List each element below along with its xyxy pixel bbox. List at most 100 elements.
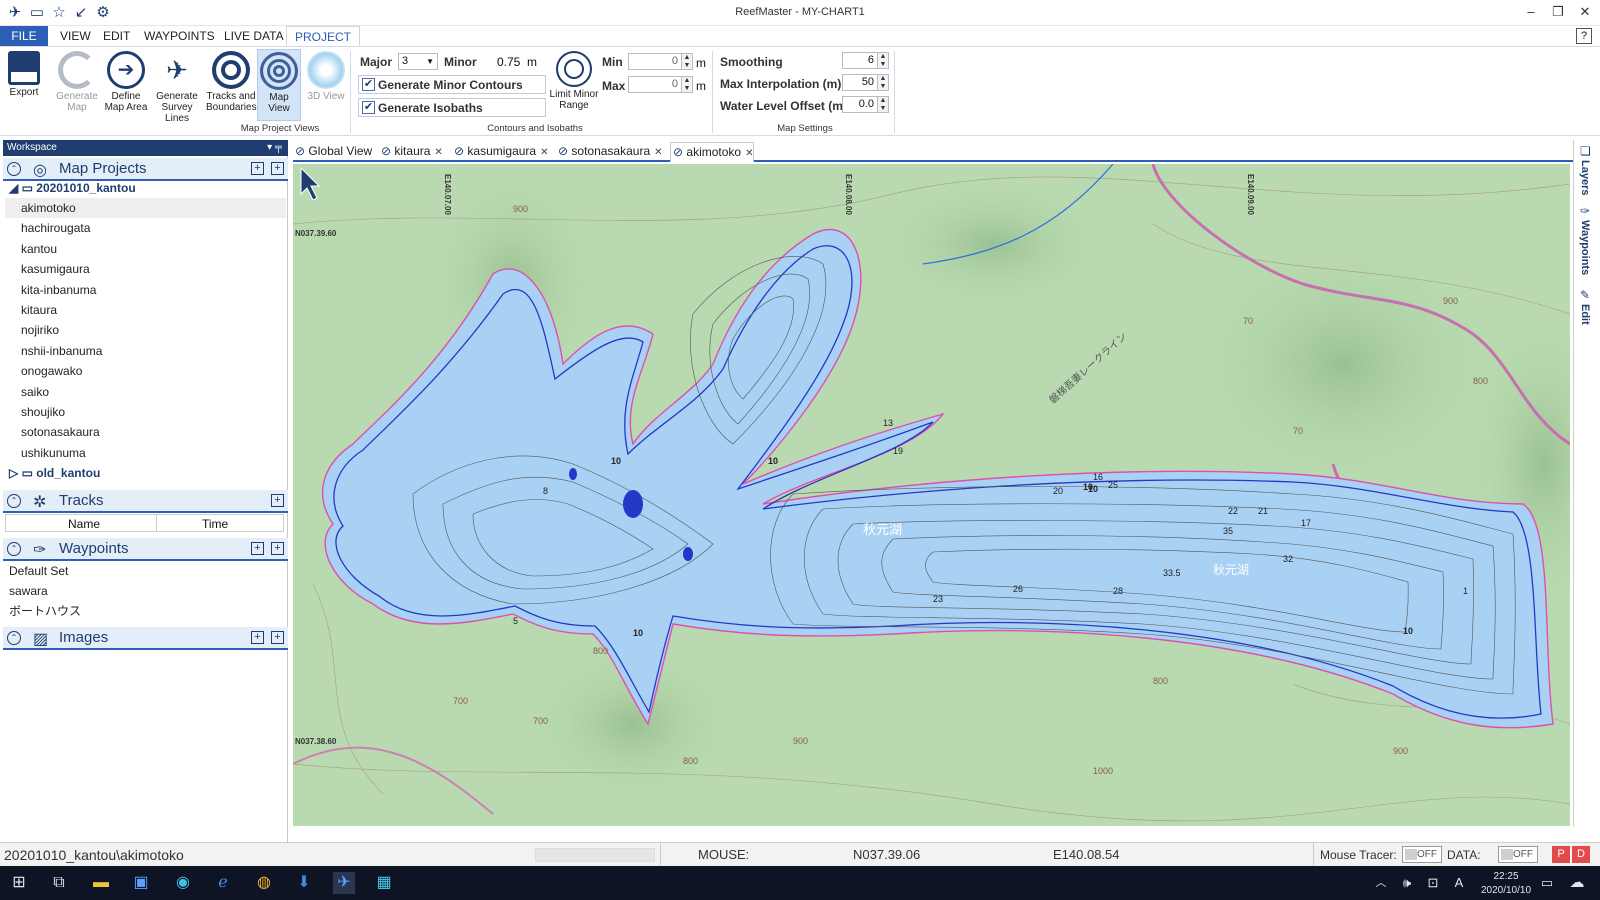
project-item-ushikunuma[interactable]: ushikunuma: [21, 443, 86, 463]
restore-button[interactable]: ❐: [1545, 2, 1571, 22]
windows-start-icon[interactable]: ⊞: [8, 872, 30, 894]
3d-view-button[interactable]: 3D View: [306, 49, 346, 121]
layers-tab[interactable]: Layers: [1579, 160, 1591, 195]
min-input[interactable]: 0: [628, 53, 682, 70]
generate-minor-contours-checkbox[interactable]: ✔: [362, 78, 375, 91]
task-view-icon[interactable]: ⧉: [48, 872, 70, 894]
collapse-icon[interactable]: ⌃: [7, 631, 21, 645]
generate-survey-lines-button[interactable]: ✈ Generate Survey Lines: [150, 49, 204, 124]
project-item-kantou[interactable]: kantou: [21, 239, 57, 259]
waypoint-set-item[interactable]: sawara: [9, 581, 48, 601]
close-tab-icon[interactable]: ✕: [434, 147, 442, 158]
chevron-up-icon[interactable]: ︿: [1370, 872, 1392, 894]
network-icon[interactable]: ⊡: [1422, 872, 1444, 894]
file-explorer-icon[interactable]: ▬: [90, 872, 112, 894]
tab-kitaura[interactable]: ⊘ kitaura ✕: [379, 142, 443, 162]
tab-akimotoko[interactable]: ⊘ akimotoko ✕: [670, 142, 755, 162]
speaker-icon[interactable]: 🕪: [1396, 872, 1418, 894]
column-header-time[interactable]: Time: [202, 517, 228, 531]
minimize-button[interactable]: –: [1518, 2, 1544, 22]
tab-global-view[interactable]: ⊘ Global View: [293, 142, 372, 162]
menu-waypoints[interactable]: WAYPOINTS: [136, 26, 223, 46]
project-item-nshii-inbanuma[interactable]: nshii-inbanuma: [21, 341, 102, 361]
smoothing-input[interactable]: 6: [842, 52, 878, 69]
project-item-kita-inbanuma[interactable]: kita-inbanuma: [21, 280, 96, 300]
smoothing-spinner[interactable]: ▲ ▼: [877, 52, 889, 69]
edge-icon[interactable]: ◉: [172, 872, 194, 894]
folder-item[interactable]: ▷ ▭ old_kantou: [9, 463, 100, 483]
add-image-icon[interactable]: +: [271, 631, 284, 644]
water-level-offset-input[interactable]: 0.0: [842, 96, 878, 113]
menu-project[interactable]: PROJECT: [286, 26, 361, 46]
mouse-tracer-toggle[interactable]: OFF: [1402, 846, 1442, 863]
pin-icon[interactable]: ▾ ╤: [267, 140, 282, 156]
folder-item[interactable]: ◢ ▭ 20201010_kantou: [9, 178, 136, 198]
generate-isobaths-checkbox[interactable]: ✔: [362, 101, 375, 114]
minor-value[interactable]: 0.75: [497, 55, 520, 69]
edit-tab[interactable]: Edit: [1579, 304, 1591, 325]
expand-all-icon[interactable]: +: [251, 631, 264, 644]
close-tab-icon[interactable]: ✕: [745, 148, 753, 159]
map-canvas[interactable]: E140.07.00 E140.08.00 E140.09.00 N037.39.60…: [293, 164, 1570, 826]
reefmaster-taskbar-icon[interactable]: ✈: [333, 872, 355, 894]
store-icon[interactable]: ▣: [130, 872, 152, 894]
collapse-icon[interactable]: ⌃: [7, 542, 21, 556]
expand-all-icon[interactable]: +: [251, 162, 264, 175]
menu-view[interactable]: VIEW: [52, 26, 99, 46]
export-button[interactable]: Export: [4, 49, 44, 121]
project-item-nojiriko[interactable]: nojiriko: [21, 320, 59, 340]
project-item-shoujiko[interactable]: shoujiko: [21, 402, 65, 422]
waypoint-set-item[interactable]: ボートハウス: [9, 601, 81, 621]
notification-icon[interactable]: ▭: [1536, 872, 1558, 894]
generate-map-button[interactable]: Generate Map: [52, 49, 102, 121]
section-waypoints[interactable]: ⌃ ✑ Waypoints + +: [3, 538, 288, 561]
tab-kasumigaura[interactable]: ⊘ kasumigaura ✕: [452, 142, 548, 162]
internet-explorer-icon[interactable]: ℯ: [212, 872, 234, 894]
help-button[interactable]: ?: [1576, 28, 1592, 44]
add-track-icon[interactable]: +: [271, 494, 284, 507]
bathymetry-map[interactable]: E140.07.00 E140.08.00 E140.09.00 N037.39.60…: [293, 164, 1570, 826]
ime-indicator[interactable]: A: [1448, 872, 1470, 894]
section-images[interactable]: ⌃ ▨ Images + +: [3, 627, 288, 650]
collapse-icon[interactable]: ⌃: [7, 494, 21, 508]
menu-live-data[interactable]: LIVE DATA: [216, 26, 292, 46]
p-indicator[interactable]: P: [1552, 846, 1570, 863]
column-header-name[interactable]: Name: [68, 517, 100, 531]
tab-sotonasakaura[interactable]: ⊘ sotonasakaura ✕: [556, 142, 663, 162]
download-icon[interactable]: ⬇: [293, 872, 315, 894]
map-view-button[interactable]: Map View: [257, 49, 301, 121]
menu-file[interactable]: FILE: [0, 26, 48, 46]
tracks-and-boundaries-button[interactable]: Tracks and Boundaries: [206, 49, 257, 121]
project-item-kitaura[interactable]: kitaura: [21, 300, 57, 320]
close-tab-icon[interactable]: ✕: [654, 147, 662, 158]
define-map-area-button[interactable]: ➔ Define Map Area: [102, 49, 150, 121]
d-indicator[interactable]: D: [1572, 846, 1590, 863]
min-spinner[interactable]: ▲ ▼: [681, 53, 693, 70]
clock-time[interactable]: 22:25: [1476, 871, 1536, 882]
project-item-onogawako[interactable]: onogawako: [21, 361, 82, 381]
limit-minor-range-button[interactable]: Limit Minor Range: [548, 49, 600, 121]
data-toggle[interactable]: OFF: [1498, 846, 1538, 863]
collapse-icon[interactable]: ⌃: [7, 162, 21, 176]
max-input[interactable]: 0: [628, 76, 682, 93]
cloud-icon[interactable]: ☁: [1566, 872, 1588, 894]
max-spinner[interactable]: ▲ ▼: [681, 76, 693, 93]
add-waypoint-set-icon[interactable]: +: [271, 542, 284, 555]
app-taskbar-icon[interactable]: ▦: [373, 872, 395, 894]
expand-all-icon[interactable]: +: [251, 542, 264, 555]
waypoint-set-item[interactable]: Default Set: [9, 561, 68, 581]
chrome-icon[interactable]: ◍: [253, 872, 275, 894]
close-tab-icon[interactable]: ✕: [540, 147, 548, 158]
close-button[interactable]: ✕: [1572, 2, 1598, 22]
project-item-saiko[interactable]: saiko: [21, 382, 49, 402]
project-item-kasumigaura[interactable]: kasumigaura: [21, 259, 90, 279]
add-project-icon[interactable]: +: [271, 162, 284, 175]
project-item-akimotoko[interactable]: akimotoko: [5, 198, 286, 218]
max-interpolation-input[interactable]: 50: [842, 74, 878, 91]
section-tracks[interactable]: ⌃ ✲ Tracks +: [3, 490, 288, 513]
max-interpolation-spinner[interactable]: ▲ ▼: [877, 74, 889, 91]
major-select[interactable]: 3 ▼: [398, 53, 438, 70]
water-level-offset-spinner[interactable]: ▲ ▼: [877, 96, 889, 113]
menu-edit[interactable]: EDIT: [95, 26, 138, 46]
waypoints-tab[interactable]: Waypoints: [1579, 220, 1591, 275]
